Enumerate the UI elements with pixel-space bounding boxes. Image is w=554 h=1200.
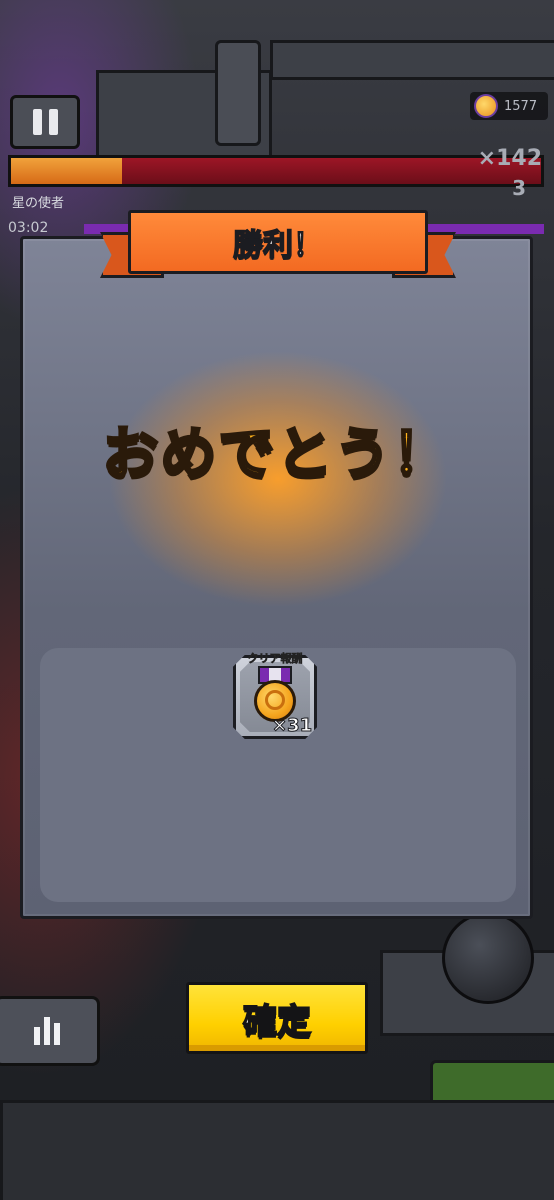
reward-label: クリア報酬 (247, 652, 303, 666)
stats-button[interactable] (0, 996, 100, 1066)
reward-count: ×31 (271, 715, 313, 737)
bar-chart-icon (34, 1017, 60, 1045)
bar-chart-bar (34, 1027, 40, 1045)
pause-button[interactable] (10, 95, 80, 149)
congrats-message: おめでとう！ (101, 421, 451, 489)
title-banner: 勝利！ (100, 210, 456, 288)
confirm-label: 確定 (242, 1001, 312, 1043)
pause-icon (32, 109, 42, 135)
victory-dialog: おめでとう！ クリア報酬 ×31 (20, 236, 533, 919)
medal-face (265, 690, 285, 710)
pause-icon-bar (48, 109, 58, 135)
boss-hp-fill (11, 158, 123, 184)
pipe (215, 40, 261, 146)
battle-timer: 03:02 (8, 220, 49, 236)
coin-count: 1577 (504, 98, 538, 114)
boss-hp-level: 3 (512, 176, 526, 200)
bar-chart-bar (54, 1023, 60, 1045)
bar-chart-bar (44, 1017, 50, 1045)
boss-hp-multiplier: ×142 (477, 146, 542, 171)
banner-main: 勝利！ (128, 210, 428, 274)
confirm-button[interactable]: 確定 (186, 982, 368, 1054)
dialog-title: 勝利！ (232, 227, 324, 264)
machine-rail (270, 40, 554, 80)
coin-icon (474, 94, 498, 118)
skill-button[interactable] (442, 912, 534, 1004)
floor (0, 1100, 554, 1200)
coin-counter: 1577 (470, 92, 548, 120)
boss-name: 星の使者 (12, 196, 65, 211)
reward-panel: クリア報酬 ×31 (40, 648, 516, 902)
boss-hp-bar (8, 155, 544, 187)
